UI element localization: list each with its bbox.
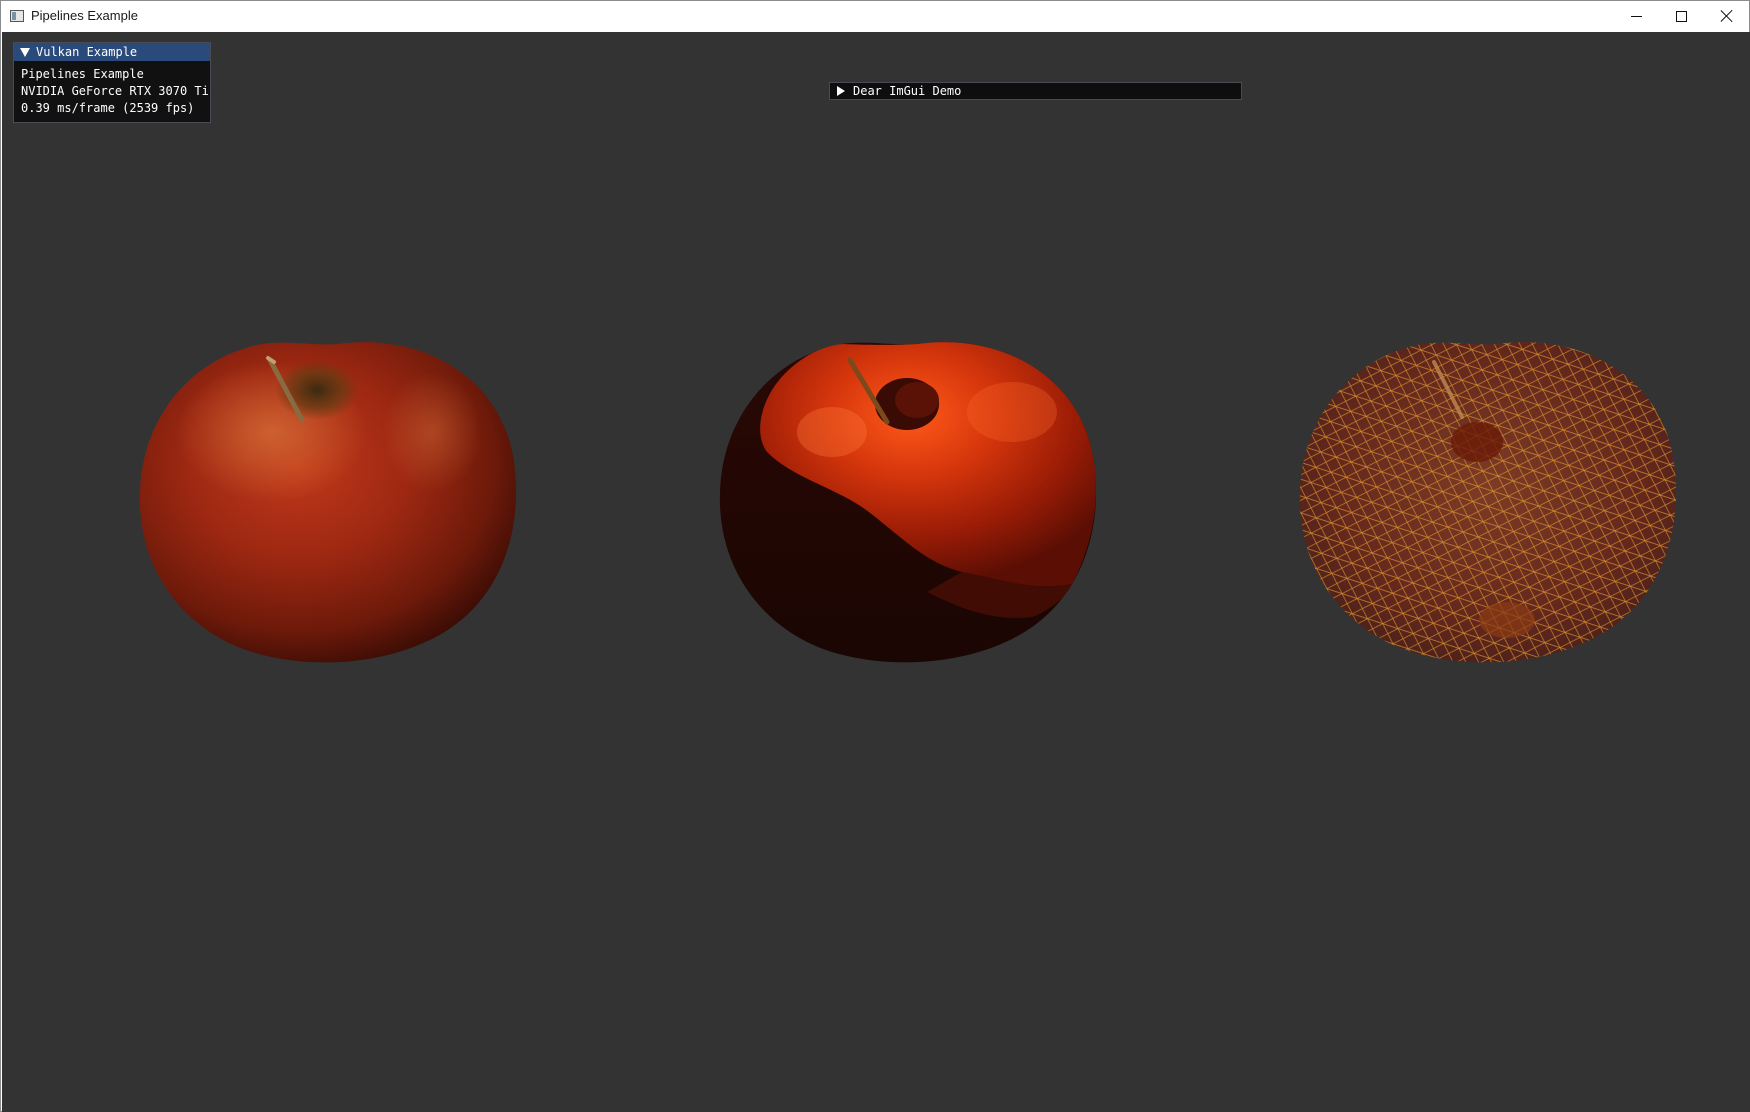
example-name: Pipelines Example [21, 67, 144, 81]
minimize-button[interactable] [1613, 1, 1659, 31]
expand-triangle-icon[interactable] [837, 86, 845, 96]
imgui-demo-window[interactable]: Dear ImGui Demo [829, 82, 1242, 100]
close-button[interactable] [1704, 1, 1750, 31]
panel-header[interactable]: Vulkan Example [14, 43, 210, 61]
collapse-triangle-icon[interactable] [20, 47, 30, 57]
maximize-button[interactable] [1658, 1, 1704, 31]
scene-canvas [139, 342, 1677, 663]
demo-window-title: Dear ImGui Demo [853, 84, 962, 98]
panel-title: Vulkan Example [36, 45, 138, 59]
title-bar[interactable]: Pipelines Example [1, 1, 1749, 32]
minimize-icon [1630, 15, 1642, 17]
frame-stats: 0.39 ms/frame (2539 fps) [21, 101, 195, 115]
vulkan-example-panel[interactable]: Vulkan Example Pipelines Example NVIDIA … [13, 42, 211, 123]
close-icon [1720, 9, 1734, 23]
app-window: Pipelines Example Vulkan Example Pipelin… [0, 0, 1750, 1112]
apple-phong [139, 342, 517, 663]
window-title: Pipelines Example [31, 8, 138, 23]
render-viewport[interactable]: Vulkan Example Pipelines Example NVIDIA … [2, 32, 1750, 1112]
maximize-icon [1675, 10, 1687, 22]
app-icon [10, 10, 24, 22]
apple-wireframe [1299, 342, 1677, 663]
apple-toon [719, 342, 1097, 663]
panel-body: Pipelines Example NVIDIA GeForce RTX 307… [14, 61, 210, 122]
gpu-name: NVIDIA GeForce RTX 3070 Ti [21, 84, 209, 98]
